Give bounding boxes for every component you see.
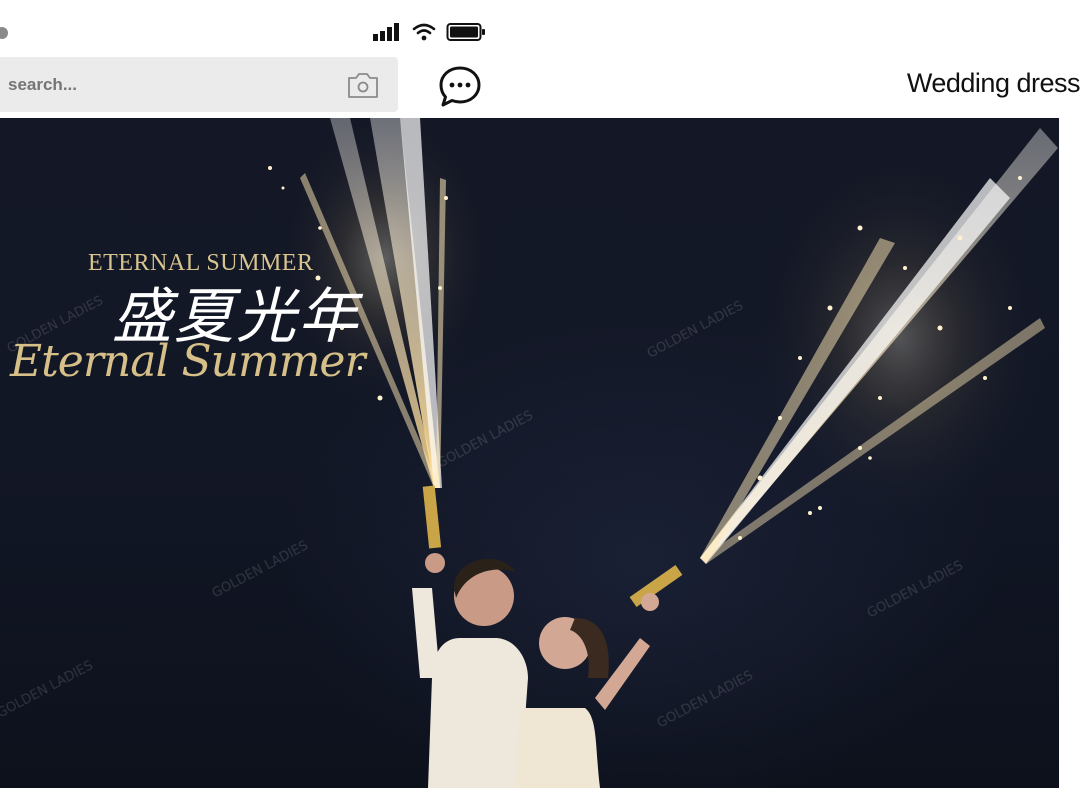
battery-icon: [446, 23, 485, 41]
svg-text:GOLDEN LADIES: GOLDEN LADIES: [865, 558, 966, 621]
chat-bubble-icon[interactable]: [437, 64, 483, 108]
status-bar: [372, 20, 486, 44]
svg-text:GOLDEN LADIES: GOLDEN LADIES: [655, 668, 756, 731]
status-indicator-dot: [0, 27, 8, 39]
photo-scene: GOLDEN LADIES GOLDEN LADIES GOLDEN LADIE…: [0, 118, 1058, 788]
search-bar[interactable]: [0, 57, 398, 112]
category-title[interactable]: Wedding dress: [907, 68, 1080, 99]
wedding-photo[interactable]: GOLDEN LADIES GOLDEN LADIES GOLDEN LADIE…: [0, 118, 1059, 788]
svg-text:GOLDEN LADIES: GOLDEN LADIES: [0, 658, 96, 721]
couple: [412, 553, 659, 788]
search-input[interactable]: [8, 57, 328, 112]
svg-text:GOLDEN LADIES: GOLDEN LADIES: [210, 538, 311, 601]
brand-title-script: Eternal Summer: [10, 336, 365, 387]
cellular-signal-icon: [373, 23, 399, 41]
wifi-icon: [412, 23, 436, 41]
svg-text:GOLDEN LADIES: GOLDEN LADIES: [645, 298, 746, 361]
right-firework: [629, 128, 1058, 607]
camera-icon[interactable]: [346, 69, 380, 101]
svg-text:GOLDEN LADIES: GOLDEN LADIES: [435, 408, 536, 471]
